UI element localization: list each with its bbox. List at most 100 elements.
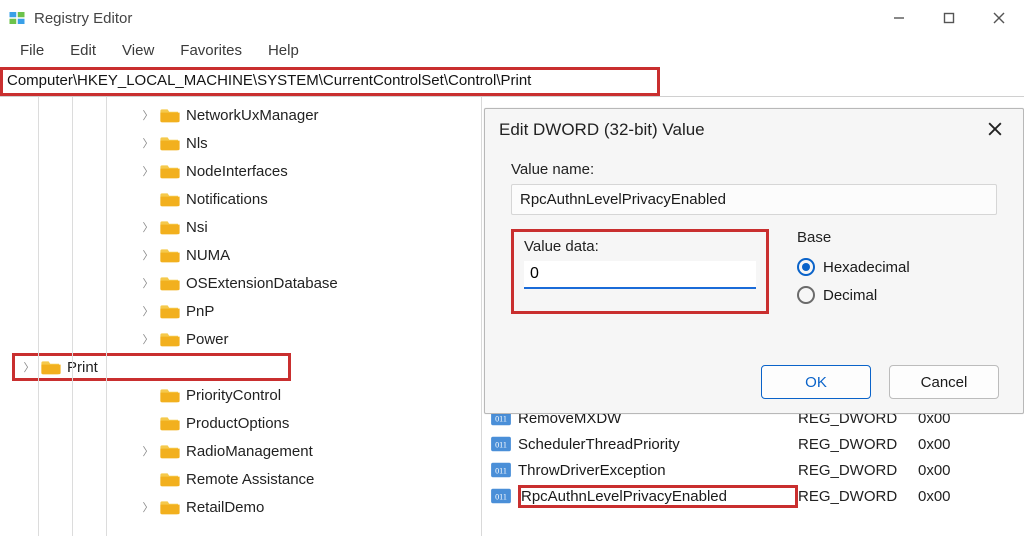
- tree-item-notifications[interactable]: 〉Notifications: [20, 185, 481, 213]
- window-title: Registry Editor: [34, 10, 132, 27]
- svg-text:011: 011: [495, 493, 507, 502]
- tree-item-print[interactable]: 〉Print: [12, 353, 291, 381]
- radio-hexadecimal[interactable]: Hexadecimal: [797, 258, 997, 276]
- tree-item-label: NodeInterfaces: [186, 163, 288, 180]
- base-group: Base Hexadecimal Decimal: [797, 229, 997, 314]
- value-type: REG_DWORD: [798, 488, 918, 505]
- menu-edit[interactable]: Edit: [58, 40, 108, 61]
- radio-dec-label: Decimal: [823, 287, 877, 304]
- tree-item-pnp[interactable]: 〉 PnP: [20, 297, 481, 325]
- folder-icon: [160, 387, 180, 403]
- value-data: 0x00: [918, 488, 951, 505]
- list-row[interactable]: 011 SchedulerThreadPriorityREG_DWORD0x00: [482, 431, 1024, 457]
- chevron-right-icon: 〉: [140, 499, 156, 515]
- folder-icon: [160, 275, 180, 291]
- tree-item-label: PnP: [186, 303, 214, 320]
- addressbar-highlight: Computer\HKEY_LOCAL_MACHINE\SYSTEM\Curre…: [0, 67, 660, 96]
- regedit-icon: [8, 9, 26, 27]
- chevron-right-icon: 〉: [140, 219, 156, 235]
- chevron-right-icon: 〉: [140, 163, 156, 179]
- tree-item-label: Remote Assistance: [186, 471, 314, 488]
- tree-item-label: Notifications: [186, 191, 268, 208]
- tree-item-nls[interactable]: 〉Nls: [20, 129, 481, 157]
- maximize-button[interactable]: [924, 0, 974, 36]
- folder-icon: [160, 219, 180, 235]
- tree-item-label: Nsi: [186, 219, 208, 236]
- label-value-name: Value name:: [511, 161, 997, 178]
- folder-icon: [160, 135, 180, 151]
- svg-text:011: 011: [495, 415, 507, 424]
- dialog-close-button[interactable]: [981, 120, 1009, 141]
- tree-item-nsi[interactable]: 〉 Nsi: [20, 213, 481, 241]
- dword-icon: 011: [490, 435, 512, 453]
- menu-help[interactable]: Help: [256, 40, 311, 61]
- radio-dec-icon: [797, 286, 815, 304]
- tree-item-label: OSExtensionDatabase: [186, 275, 338, 292]
- radio-hex-label: Hexadecimal: [823, 259, 910, 276]
- folder-icon: [160, 191, 180, 207]
- list-row[interactable]: 011 RpcAuthnLevelPrivacyEnabledREG_DWORD0…: [482, 483, 1024, 509]
- value-data-highlight: Value data:: [511, 229, 769, 314]
- tree-item-numa[interactable]: 〉 NUMA: [20, 241, 481, 269]
- value-data-input[interactable]: [524, 261, 756, 289]
- tree-item-osextensiondatabase[interactable]: 〉 OSExtensionDatabase: [20, 269, 481, 297]
- edit-dword-dialog: Edit DWORD (32-bit) Value Value name: Rp…: [484, 108, 1024, 414]
- chevron-right-icon: 〉: [140, 331, 156, 347]
- value-name: SchedulerThreadPriority: [518, 436, 798, 453]
- list-row[interactable]: 011 ThrowDriverExceptionREG_DWORD0x00: [482, 457, 1024, 483]
- tree-item-productoptions[interactable]: 〉ProductOptions: [20, 409, 481, 437]
- value-data: 0x00: [918, 462, 951, 479]
- value-name: RpcAuthnLevelPrivacyEnabled: [518, 485, 798, 508]
- menu-favorites[interactable]: Favorites: [168, 40, 254, 61]
- tree-item-remote-assistance[interactable]: 〉Remote Assistance: [20, 465, 481, 493]
- folder-icon: [160, 331, 180, 347]
- chevron-right-icon: 〉: [140, 135, 156, 151]
- ok-button[interactable]: OK: [761, 365, 871, 399]
- folder-icon: [160, 471, 180, 487]
- close-button[interactable]: [974, 0, 1024, 36]
- chevron-right-icon: 〉: [140, 303, 156, 319]
- value-name-field[interactable]: RpcAuthnLevelPrivacyEnabled: [511, 184, 997, 215]
- folder-icon: [160, 163, 180, 179]
- value-name: ThrowDriverException: [518, 462, 798, 479]
- tree-item-power[interactable]: 〉 Power: [20, 325, 481, 353]
- menubar: File Edit View Favorites Help: [0, 36, 1024, 67]
- chevron-right-icon: 〉: [140, 247, 156, 263]
- value-type: REG_DWORD: [798, 436, 918, 453]
- folder-icon: [160, 303, 180, 319]
- minimize-button[interactable]: [874, 0, 924, 36]
- tree-item-nodeinterfaces[interactable]: 〉 NodeInterfaces: [20, 157, 481, 185]
- tree-item-label: RadioManagement: [186, 443, 313, 460]
- dword-icon: 011: [490, 487, 512, 505]
- chevron-right-icon: 〉: [140, 275, 156, 291]
- tree-item-label: NUMA: [186, 247, 230, 264]
- tree-item-label: PriorityControl: [186, 387, 281, 404]
- tree-item-networkuxmanager[interactable]: 〉NetworkUxManager: [20, 101, 481, 129]
- cancel-button[interactable]: Cancel: [889, 365, 999, 399]
- radio-decimal[interactable]: Decimal: [797, 286, 997, 304]
- tree-item-radiomanagement[interactable]: 〉RadioManagement: [20, 437, 481, 465]
- tree-panel[interactable]: 〉NetworkUxManager〉Nls〉NodeInterfaces〉Not…: [0, 97, 482, 536]
- chevron-right-icon: 〉: [140, 107, 156, 123]
- value-type: REG_DWORD: [798, 462, 918, 479]
- tree-item-retaildemo[interactable]: 〉 RetailDemo: [20, 493, 481, 521]
- addressbar[interactable]: Computer\HKEY_LOCAL_MACHINE\SYSTEM\Curre…: [7, 72, 651, 89]
- label-base: Base: [797, 229, 997, 246]
- dword-icon: 011: [490, 461, 512, 479]
- radio-hex-icon: [797, 258, 815, 276]
- menu-file[interactable]: File: [8, 40, 56, 61]
- menu-view[interactable]: View: [110, 40, 166, 61]
- folder-icon: [160, 107, 180, 123]
- tree-item-label: RetailDemo: [186, 499, 264, 516]
- window-controls: [874, 0, 1024, 36]
- folder-icon: [160, 499, 180, 515]
- folder-icon: [160, 415, 180, 431]
- folder-icon: [160, 247, 180, 263]
- tree-item-label: Power: [186, 331, 229, 348]
- folder-icon: [41, 359, 61, 375]
- svg-text:011: 011: [495, 467, 507, 476]
- tree-item-prioritycontrol[interactable]: 〉PriorityControl: [20, 381, 481, 409]
- tree-item-label: ProductOptions: [186, 415, 289, 432]
- value-data: 0x00: [918, 436, 951, 453]
- folder-icon: [160, 443, 180, 459]
